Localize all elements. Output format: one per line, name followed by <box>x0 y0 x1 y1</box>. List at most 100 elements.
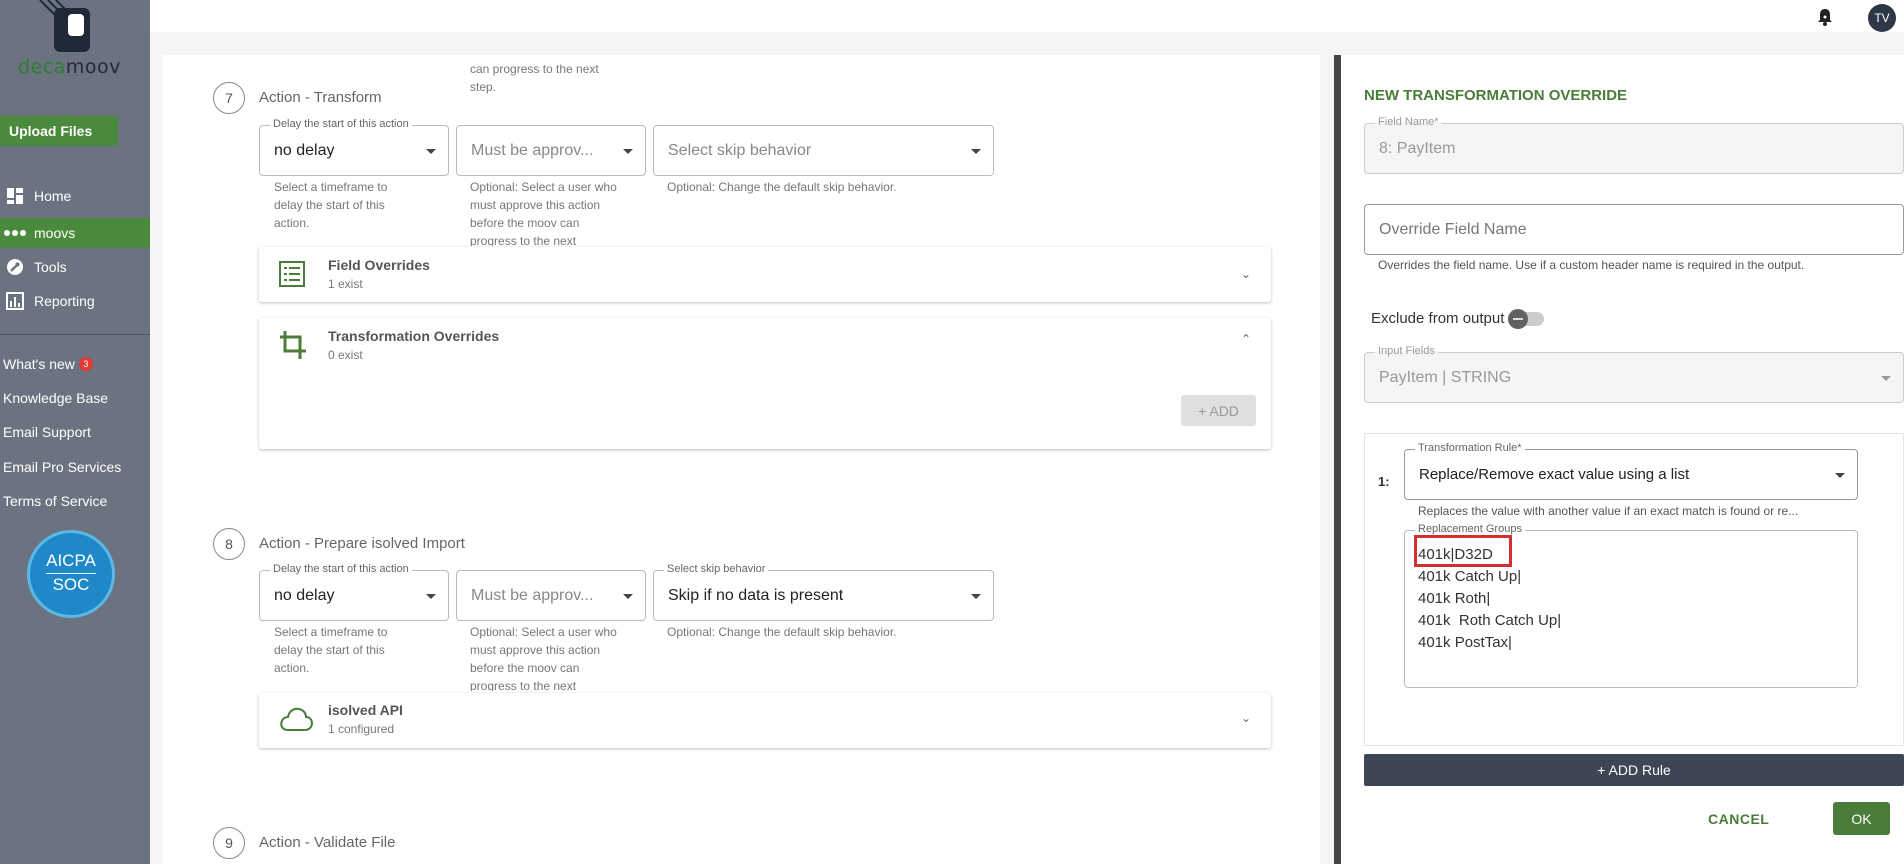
transformation-overrides-count: 0 exist <box>328 348 363 362</box>
approver-placeholder: Must be approv... <box>471 587 594 604</box>
decamoov-logo[interactable]: decamoov <box>0 0 150 110</box>
add-transformation-override-button[interactable]: + ADD <box>1181 395 1256 426</box>
link-terms-of-service[interactable]: Terms of Service <box>3 493 107 509</box>
skip-select-7[interactable]: Select skip behavior <box>653 125 994 176</box>
transformation-overrides-card: Transformation Overrides 0 exist ⌃ + ADD <box>259 318 1271 449</box>
step-number-8: 8 <box>213 528 245 560</box>
aicpa-line1: AICPA <box>46 551 96 570</box>
transformation-override-panel: NEW TRANSFORMATION OVERRIDE Field Name* … <box>1334 55 1904 864</box>
sidebar-divider <box>0 334 150 335</box>
field-overrides-title: Field Overrides <box>328 257 430 273</box>
delay-label: Delay the start of this action <box>270 118 412 130</box>
step6-approver-help-tail: can progress to the next step. <box>470 62 599 94</box>
highlight-box <box>1414 535 1512 567</box>
step-number-7: 7 <box>213 82 245 114</box>
link-knowledge-base[interactable]: Knowledge Base <box>3 390 108 406</box>
override-field-name-input[interactable]: Override Field Name <box>1364 204 1904 255</box>
delay-help-8: Select a timeframe to delay the start of… <box>274 625 388 675</box>
list-icon <box>279 261 305 292</box>
delay-value: no delay <box>274 142 335 159</box>
nav-label-moovs: moovs <box>34 225 76 241</box>
nav-label-home: Home <box>34 188 72 204</box>
delay-select-8[interactable]: Delay the start of this action no delay <box>259 563 449 621</box>
approver-placeholder: Must be approv... <box>471 142 594 159</box>
rule-value: Replace/Remove exact value using a list <box>1419 466 1690 483</box>
transformation-rule-select[interactable]: Transformation Rule* Replace/Remove exac… <box>1404 442 1858 500</box>
skip-label: Select skip behavior <box>664 563 769 575</box>
field-name-label: Field Name* <box>1375 116 1442 128</box>
rule-number: 1: <box>1378 474 1390 489</box>
link-email-pro-services[interactable]: Email Pro Services <box>3 459 121 475</box>
exclude-label: Exclude from output <box>1371 310 1505 327</box>
chevron-up-icon[interactable]: ⌃ <box>1241 332 1251 346</box>
nav-item-tools[interactable]: Tools <box>0 252 150 282</box>
top-bar <box>150 0 1904 32</box>
isolved-api-card[interactable]: isolved API 1 configured ⌄ <box>259 693 1271 748</box>
upload-files-button[interactable]: Upload Files <box>0 116 118 146</box>
input-fields-select: Input Fields PayItem | STRING <box>1364 345 1904 403</box>
input-fields-label: Input Fields <box>1375 345 1438 357</box>
whats-new-label: What's new <box>3 356 75 372</box>
field-name-input: Field Name* 8: PayItem <box>1364 116 1904 174</box>
chevron-down-icon <box>426 149 436 154</box>
link-whats-new[interactable]: What's new 3 <box>3 356 93 372</box>
skip-placeholder: Select skip behavior <box>668 142 812 159</box>
approver-select-7[interactable]: Must be approv... <box>456 125 646 176</box>
nav-label-reporting: Reporting <box>34 293 95 309</box>
panel-title: NEW TRANSFORMATION OVERRIDE <box>1364 87 1628 104</box>
link-email-support[interactable]: Email Support <box>3 424 91 440</box>
bell-icon[interactable] <box>1815 7 1835 27</box>
step-title-8: Action - Prepare isolved Import <box>259 535 465 552</box>
rule-box: 1: Transformation Rule* Replace/Remove e… <box>1364 433 1904 746</box>
step-title-9: Action - Validate File <box>259 834 396 851</box>
chevron-down-icon[interactable]: ⌄ <box>1241 267 1251 281</box>
nav-label-tools: Tools <box>34 259 67 275</box>
ok-button[interactable]: OK <box>1833 802 1890 835</box>
approver-select-8[interactable]: Must be approv... <box>456 570 646 621</box>
logo-text: decamoov <box>18 56 121 78</box>
isolved-api-title: isolved API <box>328 702 403 718</box>
delay-label: Delay the start of this action <box>270 563 412 575</box>
skip-select-8[interactable]: Select skip behavior Skip if no data is … <box>653 563 994 621</box>
chevron-down-icon <box>426 594 436 599</box>
cancel-button[interactable]: CANCEL <box>1708 811 1769 827</box>
chevron-down-icon <box>623 149 633 154</box>
chevron-down-icon <box>971 149 981 154</box>
nav-item-moovs[interactable]: moovs <box>0 218 150 248</box>
delay-value: no delay <box>274 587 335 604</box>
approver-help-8: Optional: Select a user who must approve… <box>470 625 617 691</box>
skip-help-7: Optional: Change the default skip behavi… <box>667 180 897 194</box>
transformation-overrides-title: Transformation Overrides <box>328 328 500 344</box>
cloud-icon <box>279 706 314 737</box>
input-fields-value: PayItem | STRING <box>1379 369 1512 386</box>
chevron-down-icon[interactable]: ⌄ <box>1241 711 1251 725</box>
exclude-row: Exclude from output <box>1371 308 1545 329</box>
wrench-icon <box>4 256 26 278</box>
field-overrides-card[interactable]: Field Overrides 1 exist ⌄ <box>259 247 1271 302</box>
field-name-value: 8: PayItem <box>1379 140 1456 157</box>
chevron-down-icon <box>1835 473 1845 478</box>
replacement-groups-textarea[interactable]: Replacement Groups 401k|D32D 401k Catch … <box>1404 523 1858 688</box>
delay-select-7[interactable]: Delay the start of this action no delay <box>259 118 449 176</box>
add-rule-button[interactable]: + ADD Rule <box>1364 754 1904 786</box>
skip-help-8: Optional: Change the default skip behavi… <box>667 625 897 639</box>
groups-label: Replacement Groups <box>1415 523 1525 535</box>
override-help: Overrides the field name. Use if a custo… <box>1378 258 1805 272</box>
rule-help: Replaces the value with another value if… <box>1418 504 1799 518</box>
delay-help-7: Select a timeframe to delay the start of… <box>274 180 388 230</box>
chevron-down-icon <box>623 594 633 599</box>
aicpa-line2: SOC <box>46 573 96 595</box>
approver-help-7: Optional: Select a user who must approve… <box>470 180 617 246</box>
isolved-api-count: 1 configured <box>328 722 395 736</box>
crop-icon <box>279 330 307 365</box>
home-grid-icon <box>4 185 26 207</box>
field-overrides-count: 1 exist <box>328 277 363 291</box>
nav-item-reporting[interactable]: Reporting <box>0 286 150 316</box>
nav-item-home[interactable]: Home <box>0 181 150 211</box>
skip-value: Skip if no data is present <box>668 587 844 604</box>
exclude-toggle[interactable] <box>1508 308 1545 329</box>
step-number-9: 9 <box>213 827 245 859</box>
aicpa-soc-badge: AICPA SOC <box>27 530 115 618</box>
avatar[interactable]: TV <box>1868 4 1896 32</box>
chevron-down-icon <box>1881 376 1891 381</box>
